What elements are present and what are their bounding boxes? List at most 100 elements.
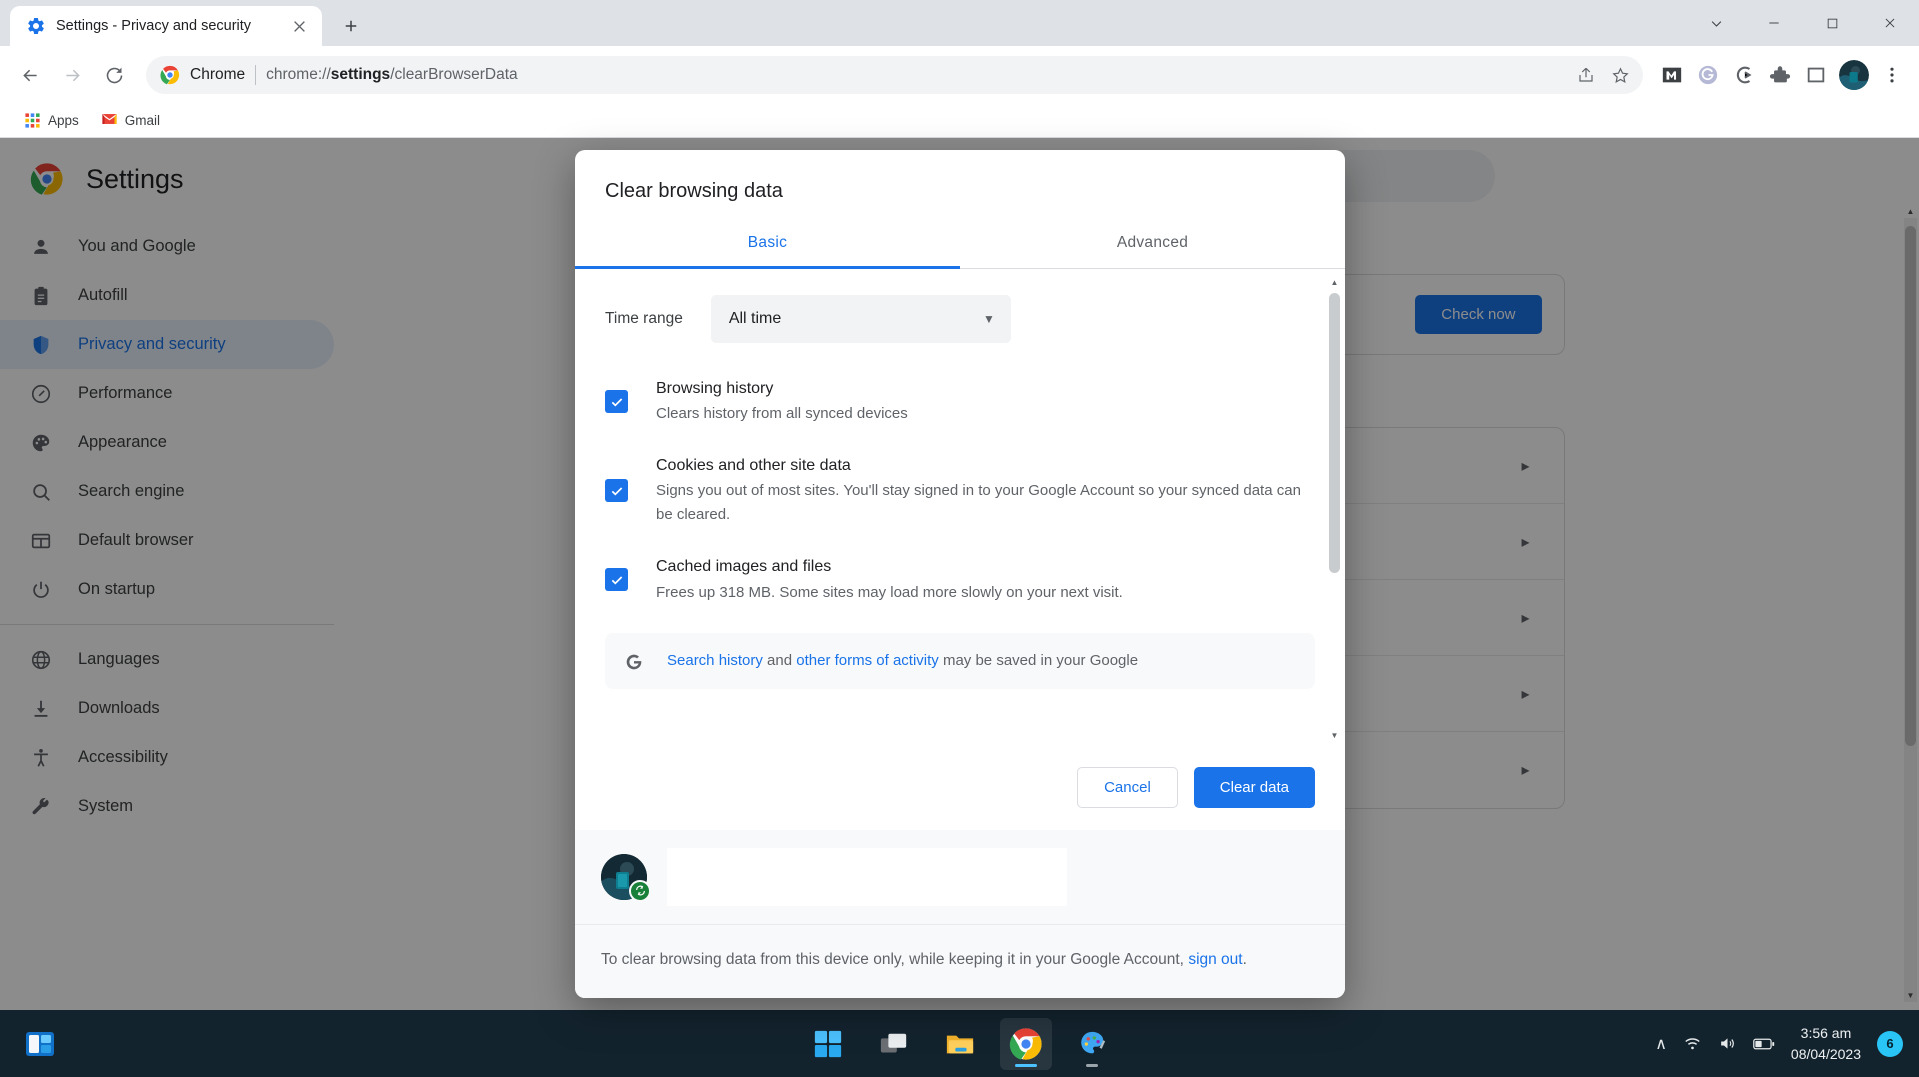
new-tab-button[interactable]	[334, 9, 368, 43]
clock-time: 3:56 am	[1791, 1023, 1861, 1043]
maximize-button[interactable]	[1803, 0, 1861, 46]
speaker-icon[interactable]	[1718, 1034, 1737, 1053]
time-range-value: All time	[729, 310, 781, 328]
scroll-down-icon[interactable]: ▼	[1328, 729, 1341, 743]
chrome-logo-icon	[160, 65, 180, 85]
tab-basic[interactable]: Basic	[575, 219, 960, 268]
scrollbar-thumb[interactable]	[1329, 293, 1340, 573]
notice-text: Search history and other forms of activi…	[667, 649, 1138, 672]
minimize-button[interactable]	[1745, 0, 1803, 46]
chevron-down-icon[interactable]	[1687, 0, 1745, 46]
three-dot-menu-icon[interactable]	[1875, 58, 1909, 92]
time-range-select[interactable]: All time ▼	[711, 295, 1011, 343]
clockify-icon[interactable]	[1727, 58, 1761, 92]
share-icon[interactable]	[1571, 60, 1601, 90]
tab-advanced[interactable]: Advanced	[960, 219, 1345, 268]
omnibox-scheme-label: Chrome	[190, 66, 245, 84]
option-subtitle: Clears history from all synced devices	[656, 402, 1315, 426]
tab-strip: Settings - Privacy and security	[0, 0, 1919, 46]
back-button[interactable]	[10, 55, 50, 95]
option-title: Cached images and files	[656, 555, 1315, 578]
file-explorer-icon[interactable]	[934, 1018, 986, 1070]
gmail-icon	[101, 112, 118, 129]
account-name-placeholder	[667, 848, 1067, 906]
search-history-link[interactable]: Search history	[667, 652, 763, 669]
footer-note: To clear browsing data from this device …	[575, 925, 1345, 998]
chrome-icon[interactable]	[1000, 1018, 1052, 1070]
battery-icon[interactable]	[1753, 1037, 1775, 1051]
notification-badge[interactable]: 6	[1877, 1031, 1903, 1057]
tab-title: Settings - Privacy and security	[56, 18, 278, 34]
cancel-button[interactable]: Cancel	[1077, 767, 1178, 808]
other-activity-link[interactable]: other forms of activity	[796, 652, 939, 669]
time-range-row: Time range All time ▼	[605, 295, 1315, 343]
task-view-icon[interactable]	[868, 1018, 920, 1070]
omnibox-url[interactable]: chrome://settings/clearBrowserData	[266, 66, 1561, 84]
scroll-up-icon[interactable]: ▲	[1328, 275, 1341, 289]
dialog-tabs: Basic Advanced	[575, 219, 1345, 269]
dialog-footer: To clear browsing data from this device …	[575, 830, 1345, 998]
system-tray: ∧ 3:56 am 08/04/2023 6	[1655, 1010, 1919, 1077]
dialog-actions: Cancel Clear data	[575, 749, 1345, 830]
browser-tab[interactable]: Settings - Privacy and security	[10, 6, 322, 46]
address-bar[interactable]: Chrome chrome://settings/clearBrowserDat…	[146, 56, 1643, 94]
clear-data-button[interactable]: Clear data	[1194, 767, 1315, 808]
paint-icon[interactable]	[1066, 1018, 1118, 1070]
widgets-icon[interactable]	[14, 1018, 66, 1070]
google-g-icon	[623, 651, 645, 673]
sign-out-link[interactable]: sign out	[1188, 951, 1242, 968]
clock-date: 08/04/2023	[1791, 1044, 1861, 1064]
window-controls	[1687, 0, 1919, 46]
bookmark-gmail[interactable]: Gmail	[93, 108, 168, 133]
cached-images-checkbox[interactable]	[605, 568, 628, 591]
taskbar-left	[0, 1018, 66, 1070]
option-subtitle: Frees up 318 MB. Some sites may load mor…	[656, 581, 1315, 605]
omnibox-divider	[255, 65, 256, 85]
reload-button[interactable]	[94, 55, 134, 95]
bookmark-apps[interactable]: Apps	[16, 108, 87, 133]
option-subtitle: Signs you out of most sites. You'll stay…	[656, 479, 1315, 527]
taskbar-center	[802, 1018, 1118, 1070]
wifi-icon[interactable]	[1683, 1034, 1702, 1053]
clock[interactable]: 3:56 am 08/04/2023	[1791, 1023, 1861, 1064]
omnibox-actions	[1571, 60, 1635, 90]
close-icon[interactable]	[288, 15, 310, 37]
browsing-history-checkbox[interactable]	[605, 390, 628, 413]
clear-browsing-data-dialog: Clear browsing data Basic Advanced Time …	[575, 150, 1345, 998]
sync-icon	[629, 880, 651, 902]
browser-window: Settings - Privacy and security	[0, 0, 1919, 1077]
avatar	[601, 854, 647, 900]
chevron-down-icon: ▼	[983, 312, 995, 326]
side-panel-icon[interactable]	[1799, 58, 1833, 92]
bookmark-label: Gmail	[125, 113, 160, 128]
time-range-label: Time range	[605, 310, 683, 328]
m-extension-icon[interactable]	[1655, 58, 1689, 92]
active-app-indicator	[1015, 1064, 1037, 1067]
dialog-body: Time range All time ▼ Browsing history C…	[575, 269, 1345, 749]
search-history-notice: Search history and other forms of activi…	[605, 633, 1315, 689]
dialog-scrollbar[interactable]: ▲ ▼	[1328, 275, 1341, 743]
apps-grid-icon	[24, 112, 41, 129]
option-browsing-history[interactable]: Browsing history Clears history from all…	[605, 377, 1315, 426]
bookmarks-bar: Apps Gmail	[0, 104, 1919, 138]
dialog-title: Clear browsing data	[575, 150, 1345, 219]
puzzle-extensions-icon[interactable]	[1763, 58, 1797, 92]
windows-start-icon[interactable]	[802, 1018, 854, 1070]
star-icon[interactable]	[1605, 60, 1635, 90]
browser-toolbar: Chrome chrome://settings/clearBrowserDat…	[0, 46, 1919, 104]
option-title: Cookies and other site data	[656, 454, 1315, 477]
settings-gear-icon	[26, 16, 46, 36]
chevron-up-icon[interactable]: ∧	[1655, 1034, 1667, 1054]
option-title: Browsing history	[656, 377, 1315, 400]
forward-button[interactable]	[52, 55, 92, 95]
option-cookies-and-site-data[interactable]: Cookies and other site data Signs you ou…	[605, 454, 1315, 527]
grammarly-icon[interactable]	[1691, 58, 1725, 92]
window-close-button[interactable]	[1861, 0, 1919, 46]
profile-avatar[interactable]	[1839, 60, 1869, 90]
account-row	[575, 830, 1345, 925]
active-app-indicator	[1086, 1064, 1098, 1067]
cookies-checkbox[interactable]	[605, 479, 628, 502]
taskbar: ∧ 3:56 am 08/04/2023 6	[0, 1010, 1919, 1077]
option-cached-images-and-files[interactable]: Cached images and files Frees up 318 MB.…	[605, 555, 1315, 604]
bookmark-label: Apps	[48, 113, 79, 128]
